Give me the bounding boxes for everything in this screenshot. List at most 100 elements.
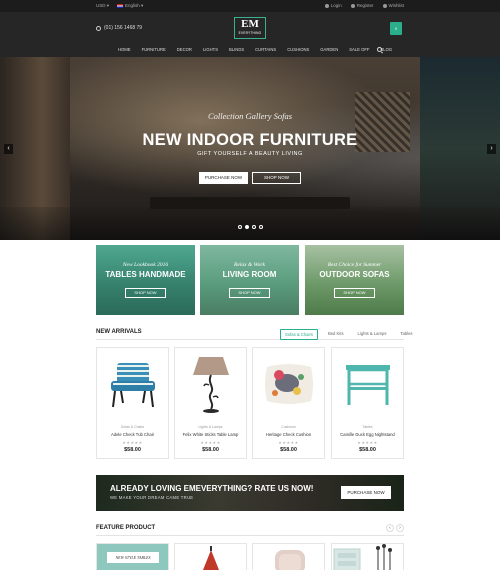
wishlist-link[interactable]: Wishlist [382, 3, 405, 8]
feature-image-cabinet [333, 544, 392, 570]
nav-decor[interactable]: DECOR [177, 47, 192, 52]
feature-next-icon[interactable]: › [396, 524, 404, 532]
product-price: $58.00 [202, 447, 219, 453]
banner-title: OUTDOOR SOFAS [319, 270, 390, 279]
login-label: Login [330, 3, 342, 8]
feature-prev-icon[interactable]: ‹ [386, 524, 394, 532]
banner-subtitle: New Lookbook 2016 [122, 262, 169, 268]
flag-icon [117, 3, 124, 8]
feature-card[interactable]: NEW STYLE TABLES [96, 543, 169, 570]
product-name[interactable]: Adele Check Tub Chair [97, 432, 168, 437]
product-image-cushion [265, 364, 313, 404]
slider-prev-icon[interactable]: ‹ [4, 144, 13, 154]
banner-shop-button[interactable]: SHOP NOW [125, 288, 166, 298]
feature-card-label: NEW STYLE TABLES [107, 552, 159, 563]
nav-lights[interactable]: LIGHTS [203, 47, 218, 52]
shop-now-button[interactable]: SHOP NOW [252, 172, 301, 184]
rate-us-banner: ALREADY LOVING EMEVERYTHING? RATE US NOW… [96, 475, 404, 511]
slider-dot-active[interactable] [245, 225, 249, 229]
logo[interactable]: EM EVERYTHING [234, 17, 266, 39]
hero-image-table [150, 197, 350, 209]
banner-subtitle: Relax & Work [234, 262, 265, 268]
banner-outdoor-sofas[interactable]: Best Choice for Summer OUTDOOR SOFAS SHO… [305, 245, 404, 315]
banner-title: TABLES HANDMADE [105, 270, 186, 279]
product-price: $58.00 [280, 447, 297, 453]
hero-title: NEW INDOOR FURNITURE [142, 131, 358, 149]
product-rating: ★★★★★ [200, 440, 221, 445]
banner-shop-button[interactable]: SHOP NOW [334, 288, 375, 298]
new-arrivals-title: NEW ARRIVALS [96, 329, 142, 335]
search-icon[interactable] [377, 47, 382, 52]
product-category: Lights & Lamps [198, 425, 223, 429]
tab-bed-kits[interactable]: Bed Kits [324, 329, 348, 340]
feature-image-armchair [275, 550, 305, 570]
wishlist-label: Wishlist [388, 3, 405, 8]
product-price: $58.00 [124, 447, 141, 453]
feature-image-lamp [203, 546, 219, 570]
currency-selector[interactable]: USD ▾ [96, 3, 109, 9]
top-bar: USD ▾ English ▾ Login Register Wishlist [0, 0, 500, 12]
banner-tables-handmade[interactable]: New Lookbook 2016 TABLES HANDMADE SHOP N… [96, 245, 195, 315]
product-category: Cushions [281, 425, 296, 429]
slider-dot[interactable] [259, 225, 263, 229]
nav-garden[interactable]: GARDEN [320, 47, 338, 52]
product-name[interactable]: Heritage Check Cushion [253, 432, 324, 437]
register-link[interactable]: Register [350, 3, 374, 8]
cart-count: 0 [394, 26, 398, 31]
logo-main: EM [241, 18, 259, 30]
product-image-lamp [193, 357, 229, 413]
product-card[interactable]: Cushions Heritage Check Cushion ★★★★★ $5… [252, 347, 325, 459]
top-bar-left: USD ▾ English ▾ [96, 3, 143, 9]
rate-us-title: ALREADY LOVING EMEVERYTHING? RATE US NOW… [110, 484, 314, 493]
product-card[interactable]: Sofas & Chairs Adele Check Tub Chair ★★★… [96, 347, 169, 459]
nav-curtains[interactable]: CURTAINS [255, 47, 276, 52]
banner-shop-button[interactable]: SHOP NOW [229, 288, 270, 298]
nav-furniture[interactable]: FURNITURE [142, 47, 166, 52]
slider-dot[interactable] [238, 225, 242, 229]
category-tabs: Sofas & Chairs Bed Kits Lights & Lamps T… [280, 329, 417, 340]
heart-icon [382, 3, 387, 8]
product-card[interactable]: Lights & Lamps Felix White Sticks Table … [174, 347, 247, 459]
register-label: Register [356, 3, 374, 8]
banner-subtitle: Best Choice for Summer [327, 262, 382, 268]
login-link[interactable]: Login [324, 3, 342, 8]
feature-card[interactable] [331, 543, 404, 570]
product-rating: ★★★★★ [278, 440, 299, 445]
phone-icon [96, 25, 101, 31]
product-category: Tables [362, 425, 373, 429]
section-divider [96, 535, 404, 536]
tab-tables[interactable]: Tables [396, 329, 416, 340]
nav-sale-off[interactable]: SALE OFF [349, 47, 369, 52]
tab-lights-lamps[interactable]: Lights & Lamps [354, 329, 391, 340]
currency-label: USD [96, 3, 106, 8]
banner-living-room[interactable]: Relax & Work LIVING ROOM SHOP NOW [200, 245, 299, 315]
hero-subtitle: Collection Gallery Sofas [207, 111, 293, 121]
product-rating: ★★★★★ [357, 440, 378, 445]
purchase-now-button[interactable]: PURCHASE NOW [199, 172, 248, 184]
language-label: English [125, 3, 140, 8]
slider-dot[interactable] [252, 225, 256, 229]
nav-home[interactable]: HOME [118, 47, 131, 52]
feature-card[interactable] [174, 543, 247, 570]
logo-sub: EVERYTHING [238, 31, 262, 35]
language-selector[interactable]: English ▾ [117, 3, 143, 9]
main-nav: HOME FURNITURE DECOR LIGHTS BLINDS CURTA… [118, 47, 392, 52]
hero-image-floor [0, 207, 500, 240]
nav-blinds[interactable]: BLINDS [229, 47, 244, 52]
rate-purchase-button[interactable]: PURCHASE NOW [341, 486, 391, 499]
product-name[interactable]: Camille Duck Egg Nightstand [332, 432, 403, 437]
feature-product-title: FEATURE PRODUCT [96, 525, 156, 531]
product-card[interactable]: Tables Camille Duck Egg Nightstand ★★★★★… [331, 347, 404, 459]
hero-tagline: GIFT YOURSELF A BEAUTY LIVING [197, 151, 303, 157]
product-image-nightstand [346, 365, 390, 405]
banner-title: LIVING ROOM [222, 270, 277, 279]
product-name[interactable]: Felix White Sticks Table Lamp [175, 432, 246, 437]
product-rating: ★★★★★ [122, 440, 143, 445]
nav-cushions[interactable]: CUSHIONS [287, 47, 309, 52]
phone-contact: (01) 156 1468 79 [96, 25, 142, 31]
tab-sofas-chairs[interactable]: Sofas & Chairs [280, 329, 318, 340]
product-price: $58.00 [359, 447, 376, 453]
slider-dots [238, 225, 263, 229]
feature-card[interactable] [252, 543, 325, 570]
slider-next-icon[interactable]: › [487, 144, 496, 154]
